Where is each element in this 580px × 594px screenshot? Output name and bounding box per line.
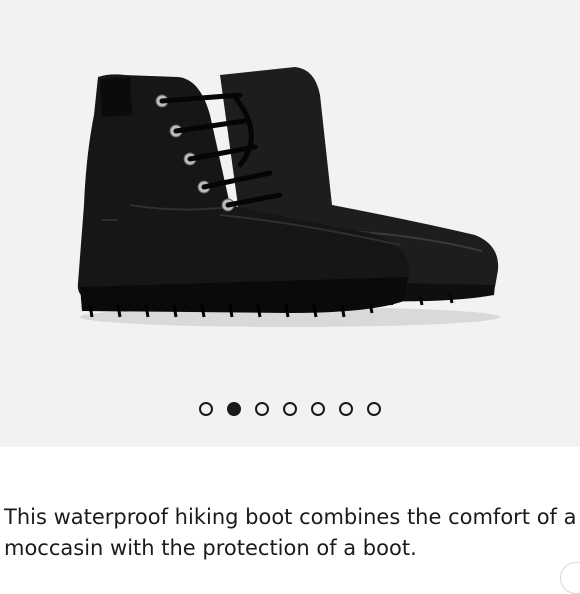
description-line-1: This waterproof hiking boot combines the…: [4, 505, 577, 529]
floating-button-edge[interactable]: [560, 562, 580, 594]
description-text: This waterproof hiking boot combines the…: [4, 502, 580, 564]
product-image-gallery[interactable]: [0, 0, 580, 447]
carousel-dot-4[interactable]: [283, 402, 297, 416]
carousel-dot-7[interactable]: [367, 402, 381, 416]
carousel-dot-6[interactable]: [339, 402, 353, 416]
carousel-dot-1[interactable]: [199, 402, 213, 416]
carousel-dot-5[interactable]: [311, 402, 325, 416]
description-line-2: moccasin with the protection of a boot.: [4, 536, 417, 560]
section-divider: [0, 447, 580, 471]
carousel-pagination: [0, 402, 580, 416]
product-description: This waterproof hiking boot combines the…: [0, 470, 580, 580]
carousel-dot-3[interactable]: [255, 402, 269, 416]
carousel-dot-2-active[interactable]: [227, 402, 241, 416]
product-image-boots[interactable]: [70, 55, 510, 335]
